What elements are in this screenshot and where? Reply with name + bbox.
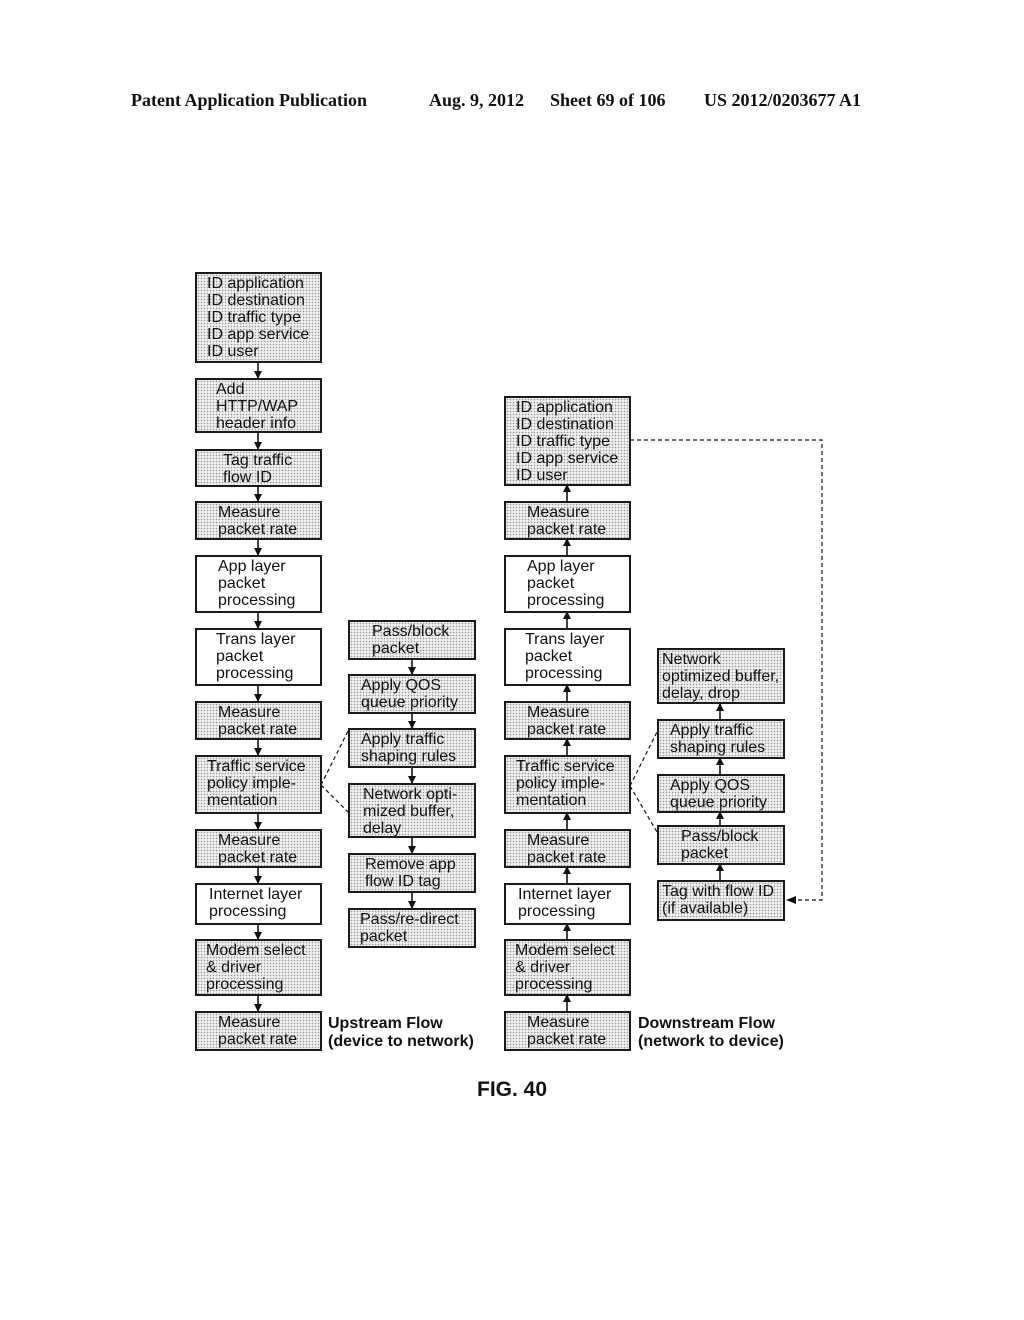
up-pass-block-box: Pass/block packet xyxy=(348,620,476,660)
up-policy-link-buffer xyxy=(320,784,349,813)
up-id-attributes-box: ID application ID destination ID traffic… xyxy=(195,272,322,363)
up-remove-tag-box: Remove app flow ID tag xyxy=(348,853,476,893)
down-measure-rate-box-1: Measure packet rate xyxy=(504,501,631,540)
down-policy-link-passblock xyxy=(629,785,658,833)
up-measure-rate-box-2: Measure packet rate xyxy=(195,701,322,740)
up-app-layer-box: App layer packet processing xyxy=(195,555,322,613)
up-apply-shaping-box: Apply traffic shaping rules xyxy=(348,728,476,768)
up-trans-layer-box: Trans layer packet processing xyxy=(195,628,322,686)
down-apply-qos-box: Apply QOS queue priority xyxy=(657,774,785,813)
down-measure-rate-box-4: Measure packet rate xyxy=(504,1011,631,1051)
down-pass-block-box: Pass/block packet xyxy=(657,825,785,865)
up-policy-link-shaping xyxy=(320,730,349,786)
up-network-buffer-box: Network opti- mized buffer, delay xyxy=(348,783,476,838)
id-to-tag-arrowhead xyxy=(786,896,796,904)
down-measure-rate-box-3: Measure packet rate xyxy=(504,829,631,868)
down-internet-layer-box: Internet layer processing xyxy=(504,883,631,925)
down-network-buffer-box: Network optimized buffer, delay, drop xyxy=(657,648,785,704)
down-tag-flow-box: Tag with flow ID (if available) xyxy=(657,880,785,921)
up-tag-traffic-box: Tag traffic flow ID xyxy=(195,449,322,487)
up-modem-select-box: Modem select & driver processing xyxy=(195,939,322,996)
up-policy-box: Traffic service policy imple- mentation xyxy=(195,755,322,814)
up-measure-rate-box-4: Measure packet rate xyxy=(195,1011,322,1051)
up-pass-redirect-box: Pass/re-direct packet xyxy=(348,908,476,948)
down-app-layer-box: App layer packet processing xyxy=(504,555,631,613)
up-measure-rate-box-1: Measure packet rate xyxy=(195,501,322,540)
up-add-header-box: Add HTTP/WAP header info xyxy=(195,378,322,433)
upstream-flow-label: Upstream Flow (device to network) xyxy=(328,1015,474,1050)
down-modem-select-box: Modem select & driver processing xyxy=(504,939,631,996)
down-policy-link-shaping xyxy=(629,731,658,787)
down-measure-rate-box-2: Measure packet rate xyxy=(504,701,631,740)
down-id-attributes-box: ID application ID destination ID traffic… xyxy=(504,396,631,486)
down-trans-layer-box: Trans layer packet processing xyxy=(504,628,631,686)
up-internet-layer-box: Internet layer processing xyxy=(195,883,322,925)
downstream-flow-label: Downstream Flow (network to device) xyxy=(638,1015,784,1050)
down-apply-shaping-box: Apply traffic shaping rules xyxy=(657,719,785,759)
figure-label: FIG. 40 xyxy=(477,1078,548,1101)
down-policy-box: Traffic service policy imple- mentation xyxy=(504,755,631,814)
up-measure-rate-box-3: Measure packet rate xyxy=(195,829,322,868)
up-apply-qos-box: Apply QOS queue priority xyxy=(348,674,476,714)
